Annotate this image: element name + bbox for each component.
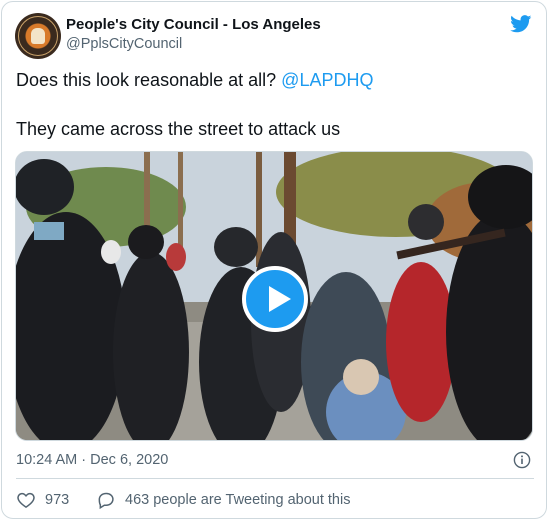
avatar-figure (31, 28, 45, 44)
twitter-bird-icon[interactable] (510, 15, 532, 33)
tweet-text-line-1: Does this look reasonable at all? @LAPDH… (16, 70, 373, 91)
speech-bubble-icon (98, 492, 114, 510)
play-icon[interactable] (242, 266, 308, 332)
tweet-header: People's City Council - Los Angeles @Ppl… (15, 13, 535, 59)
divider (16, 478, 534, 479)
tweet-card[interactable]: People's City Council - Los Angeles @Ppl… (1, 1, 547, 519)
like-count: 973 (45, 492, 70, 508)
conversation-text: 463 people are Tweeting about this (125, 492, 351, 508)
heart-icon (17, 492, 35, 508)
author-handle[interactable]: @PplsCityCouncil (66, 36, 182, 52)
info-icon[interactable] (513, 451, 531, 469)
tweet-text: Does this look reasonable at all? (16, 70, 282, 90)
like-button[interactable]: 973 (16, 489, 86, 511)
avatar[interactable] (15, 13, 61, 59)
conversation-button[interactable]: 463 people are Tweeting about this (96, 489, 496, 511)
tweet-timestamp[interactable]: 10:24 AM · Dec 6, 2020 (16, 452, 168, 468)
author-name[interactable]: People's City Council - Los Angeles (66, 16, 321, 33)
video-thumbnail[interactable] (15, 151, 533, 441)
tweet-text-line-2: They came across the street to attack us (16, 119, 341, 139)
mention-link[interactable]: @LAPDHQ (281, 70, 373, 90)
